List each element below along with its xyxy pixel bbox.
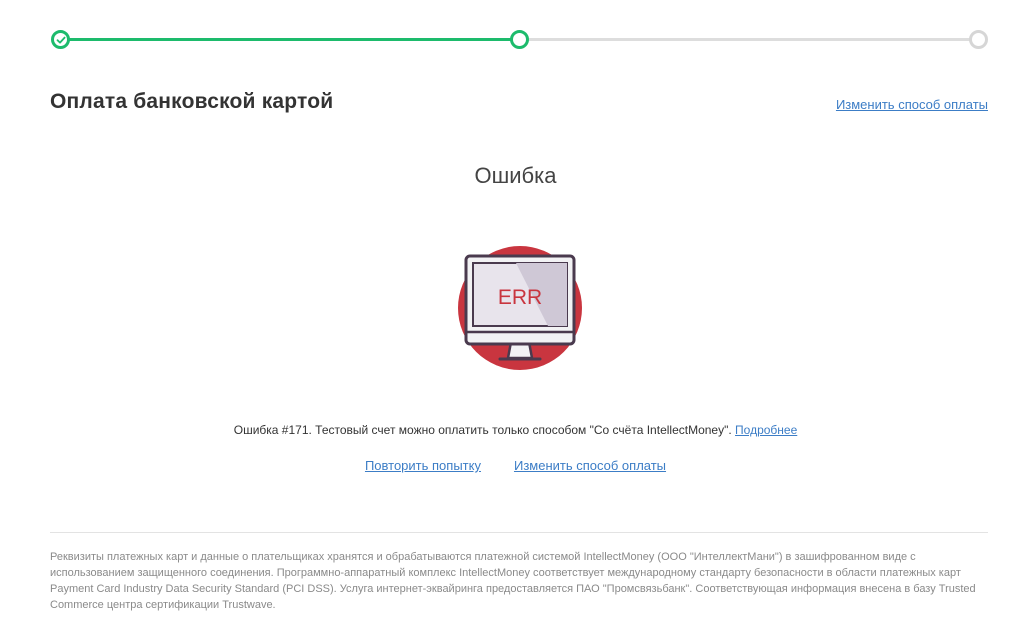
- footer-divider: [50, 532, 988, 533]
- error-message-text: Ошибка #171. Тестовый счет можно оплатит…: [233, 423, 732, 437]
- error-illustration-text: ERR: [498, 286, 542, 309]
- progress-track-fill: [60, 38, 520, 41]
- monitor-error-icon: ERR: [456, 244, 584, 372]
- details-link[interactable]: Подробнее: [735, 423, 797, 437]
- change-payment-method-link[interactable]: Изменить способ оплаты: [836, 97, 988, 112]
- page-title: Оплата банковской картой: [50, 90, 334, 113]
- payment-page: Оплата банковской картой Изменить способ…: [0, 0, 1031, 642]
- progress-stepper: [50, 28, 990, 50]
- step-2-current: [510, 30, 529, 49]
- error-actions: Повторить попытку Изменить способ оплаты: [0, 458, 1031, 473]
- error-message: Ошибка #171. Тестовый счет можно оплатит…: [0, 423, 1031, 437]
- retry-link[interactable]: Повторить попытку: [365, 458, 481, 473]
- step-1-completed: [51, 30, 70, 49]
- footer-security-notice: Реквизиты платежных карт и данные о плат…: [50, 551, 976, 611]
- error-heading: Ошибка: [474, 163, 557, 188]
- check-icon: [56, 36, 65, 43]
- step-3-upcoming: [969, 30, 988, 49]
- change-payment-method-link-bottom[interactable]: Изменить способ оплаты: [514, 458, 666, 473]
